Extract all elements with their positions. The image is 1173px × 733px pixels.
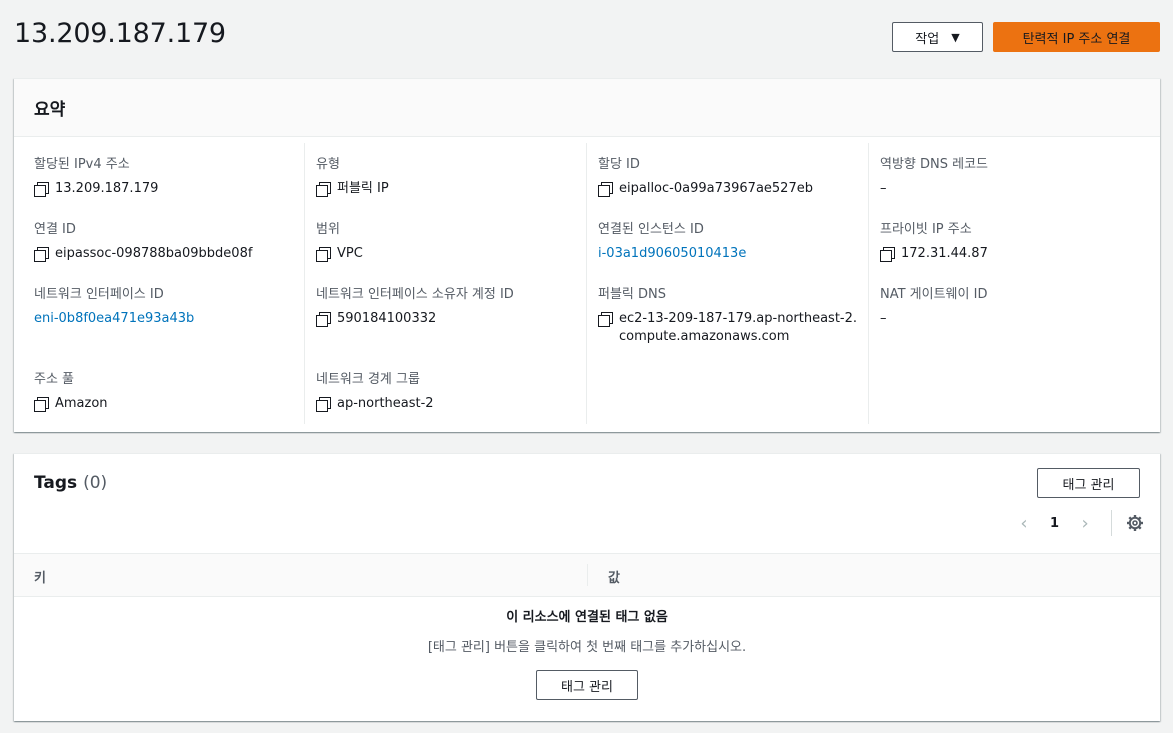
copy-icon[interactable] — [598, 182, 613, 197]
summary-field: 네트워크 인터페이스 소유자 계정 ID 590184100332 — [316, 283, 514, 328]
field-value-text: 590184100332 — [337, 311, 437, 326]
copy-icon[interactable] — [34, 182, 49, 197]
empty-manage-tags-button[interactable]: 태그 관리 — [536, 670, 638, 700]
field-value: – — [880, 310, 987, 328]
summary-column: 유형퍼블릭 IP 범위 VPC 네트워크 인터페이스 소유자 계정 ID 5901841… — [305, 143, 587, 424]
column-header-value[interactable]: 값 — [608, 567, 620, 586]
summary-field: 주소 풀 Amazon — [34, 368, 108, 413]
field-label: 유형 — [316, 157, 340, 172]
summary-field: NAT 게이트웨이 ID – — [880, 283, 987, 328]
field-label: 연결 ID — [34, 222, 76, 237]
field-label: 프라이빗 IP 주소 — [880, 222, 972, 237]
copy-icon[interactable] — [316, 247, 331, 262]
field-label: 할당된 IPv4 주소 — [34, 157, 130, 172]
summary-title: 요약 — [34, 100, 66, 120]
field-value: VPC — [316, 245, 363, 263]
pagination: ‹ 1 › — [1014, 510, 1144, 536]
copy-icon[interactable] — [316, 182, 331, 197]
caret-down-icon: ▼ — [951, 30, 960, 44]
field-value-text: 13.209.187.179 — [55, 181, 159, 196]
field-label: NAT 게이트웨이 ID — [880, 287, 988, 302]
field-value: – — [880, 180, 988, 198]
field-value-text: ap-northeast-2 — [337, 396, 434, 411]
summary-field: 퍼블릭 DNS ec2-13-209-187-179.ap-northeast-2… — [598, 283, 859, 346]
summary-header: 요약 — [14, 79, 1160, 137]
summary-column: 역방향 DNS 레코드 – 프라이빗 IP 주소 172.31.44.87 NAT 게이… — [869, 143, 1160, 359]
field-value-link[interactable]: eni-0b8f0ea471e93a43b — [34, 310, 194, 328]
field-value: ap-northeast-2 — [316, 395, 434, 413]
tags-count: (0) — [83, 473, 108, 493]
pager-divider — [1111, 510, 1113, 536]
summary-field: 네트워크 인터페이스 ID eni-0b8f0ea471e93a43b — [34, 283, 194, 328]
summary-field: 네트워크 경계 그룹 ap-northeast-2 — [316, 368, 434, 413]
summary-column: 할당된 IPv4 주소 13.209.187.179 연결 ID eipassoc-0… — [14, 143, 305, 424]
field-value-text[interactable]: eni-0b8f0ea471e93a43b — [34, 310, 194, 328]
prev-page-icon[interactable]: ‹ — [1014, 513, 1034, 534]
field-value-text[interactable]: i-03a1d90605010413e — [598, 245, 746, 263]
field-value: ec2-13-209-187-179.ap-northeast-2.comput… — [598, 310, 859, 346]
page-title: 13.209.187.179 — [14, 18, 226, 49]
field-value: Amazon — [34, 395, 108, 413]
field-value-text: VPC — [337, 246, 363, 261]
page-header: 13.209.187.179 작업 ▼ 탄력적 IP 주소 연결 — [0, 0, 1173, 70]
gear-icon[interactable] — [1126, 514, 1144, 532]
field-value-text: ec2-13-209-187-179.ap-northeast-2.comput… — [619, 311, 858, 344]
summary-field: 역방향 DNS 레코드 – — [880, 153, 988, 198]
tags-title: Tags (0) — [34, 473, 107, 493]
field-value-text: 퍼블릭 IP — [337, 181, 389, 196]
summary-field: 할당 ID eipalloc-0a99a73967ae527eb — [598, 153, 813, 198]
field-value-text: eipassoc-098788ba09bbde08f — [55, 246, 253, 261]
tags-panel: Tags (0) 태그 관리 ‹ 1 › 키 값 이 리소스에 연결된 태그 없… — [14, 453, 1160, 721]
next-page-icon[interactable]: › — [1075, 513, 1095, 534]
copy-icon[interactable] — [598, 312, 613, 327]
summary-panel: 요약 할당된 IPv4 주소 13.209.187.179 연결 ID eipasso… — [14, 78, 1160, 432]
associate-eip-button[interactable]: 탄력적 IP 주소 연결 — [993, 22, 1160, 52]
field-value: 590184100332 — [316, 310, 514, 328]
field-value-text: Amazon — [55, 396, 108, 411]
summary-field: 범위 VPC — [316, 218, 363, 263]
field-label: 범위 — [316, 222, 340, 237]
empty-state-description: [태그 관리] 버튼을 클릭하여 첫 번째 태그를 추가하십시오. — [427, 640, 747, 655]
copy-icon[interactable] — [316, 312, 331, 327]
field-label: 역방향 DNS 레코드 — [880, 157, 989, 172]
column-divider — [587, 564, 588, 586]
field-value-text: – — [880, 311, 887, 326]
field-value-text: 172.31.44.87 — [901, 246, 988, 261]
manage-tags-button[interactable]: 태그 관리 — [1037, 468, 1140, 498]
field-label: 할당 ID — [598, 157, 640, 172]
summary-field: 유형퍼블릭 IP — [316, 153, 389, 198]
field-value: eipassoc-098788ba09bbde08f — [34, 245, 252, 263]
summary-field: 연결 ID eipassoc-098788ba09bbde08f — [34, 218, 252, 263]
field-value: 172.31.44.87 — [880, 245, 988, 263]
actions-label: 작업 — [915, 31, 940, 47]
copy-icon[interactable] — [34, 397, 49, 412]
field-value: eipalloc-0a99a73967ae527eb — [598, 180, 813, 198]
field-value-text: – — [880, 181, 887, 196]
field-label: 네트워크 인터페이스 소유자 계정 ID — [316, 287, 514, 302]
summary-field: 할당된 IPv4 주소 13.209.187.179 — [34, 153, 158, 198]
field-label: 연결된 인스턴스 ID — [598, 222, 704, 237]
tags-table-header: 키 값 — [14, 553, 1160, 597]
summary-column: 할당 ID eipalloc-0a99a73967ae527eb 연결된 인스턴스 … — [587, 143, 869, 424]
tags-title-text: Tags — [34, 473, 78, 493]
summary-field: 연결된 인스턴스 ID i-03a1d90605010413e — [598, 218, 746, 263]
field-value: 13.209.187.179 — [34, 180, 158, 198]
actions-dropdown-button[interactable]: 작업 ▼ — [892, 22, 983, 52]
field-label: 주소 풀 — [34, 372, 75, 387]
field-label: 퍼블릭 DNS — [598, 287, 666, 302]
field-label: 네트워크 인터페이스 ID — [34, 287, 164, 302]
field-value-link[interactable]: i-03a1d90605010413e — [598, 245, 746, 263]
field-value: 퍼블릭 IP — [316, 180, 389, 198]
copy-icon[interactable] — [316, 397, 331, 412]
column-header-key[interactable]: 키 — [34, 567, 46, 586]
copy-icon[interactable] — [880, 247, 895, 262]
field-label: 네트워크 경계 그룹 — [316, 372, 420, 387]
copy-icon[interactable] — [34, 247, 49, 262]
field-value-text: eipalloc-0a99a73967ae527eb — [619, 181, 813, 196]
empty-state-title: 이 리소스에 연결된 태그 없음 — [506, 610, 668, 625]
summary-field: 프라이빗 IP 주소 172.31.44.87 — [880, 218, 988, 263]
page-number[interactable]: 1 — [1050, 516, 1059, 531]
